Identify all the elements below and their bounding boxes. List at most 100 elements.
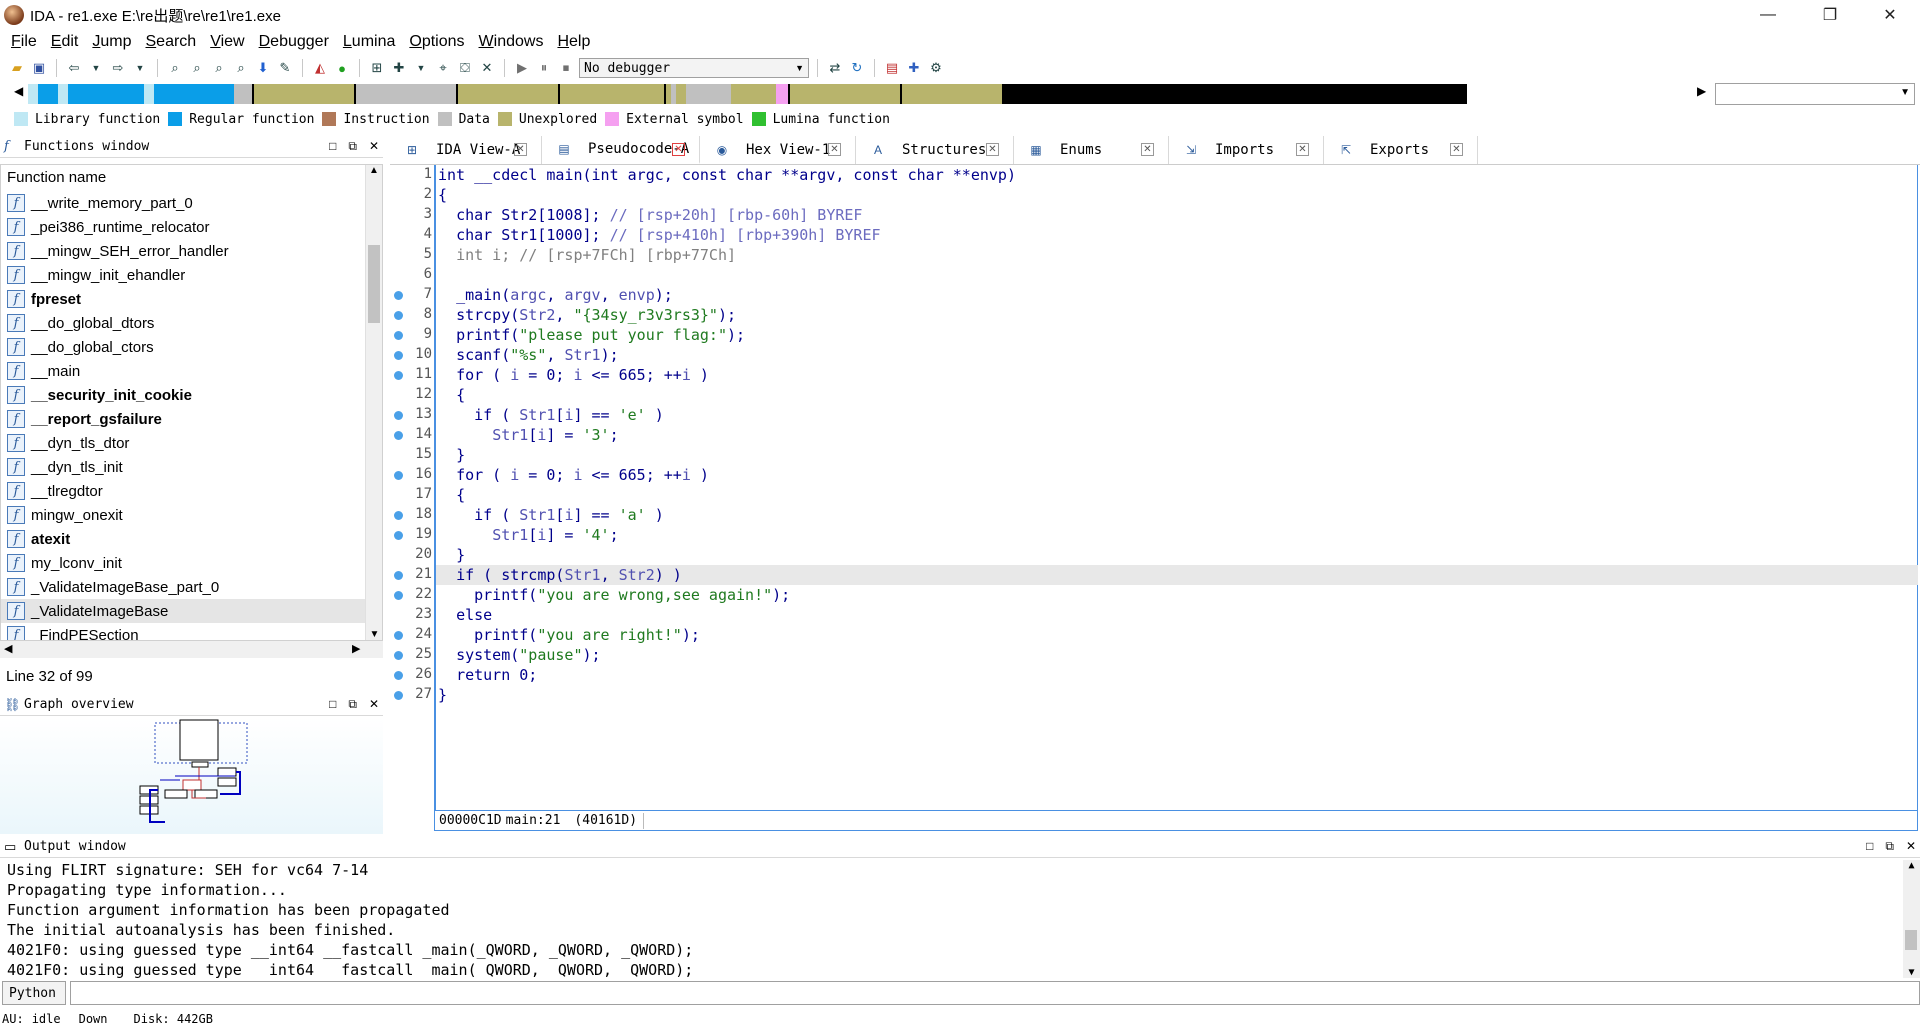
gutter-line[interactable]: 16 xyxy=(390,465,434,485)
panel-maximize-icon[interactable]: □ xyxy=(1866,839,1873,854)
tab-close-icon[interactable]: ✕ xyxy=(828,143,841,156)
output-log[interactable]: Using FLIRT signature: SEH for vc64 7-14… xyxy=(0,860,1920,978)
code-line[interactable]: char Str1[1000]; // [rsp+410h] [rbp+390h… xyxy=(436,225,1918,245)
add-dropdown-icon[interactable]: ▼ xyxy=(412,59,430,77)
breakpoint-dot-icon[interactable] xyxy=(394,371,403,380)
tab-structures[interactable]: A Structures ✕ xyxy=(856,136,1014,164)
jump-down-icon[interactable]: ⬇ xyxy=(254,59,272,77)
breakpoint-dot-icon[interactable] xyxy=(394,471,403,480)
menu-jump[interactable]: Jump xyxy=(85,33,138,51)
code-line[interactable]: system("pause"); xyxy=(436,645,1918,665)
tab-close-icon[interactable]: ✕ xyxy=(514,143,527,156)
breakpoint-dot-icon[interactable] xyxy=(394,671,403,680)
tab-close-icon[interactable]: ✕ xyxy=(672,143,685,156)
graph-view-icon[interactable]: ◭ xyxy=(311,59,329,77)
maximize-button[interactable]: ❐ xyxy=(1801,0,1859,30)
function-row[interactable]: f __main xyxy=(1,359,382,383)
tab-pseudocode-a[interactable]: ▤ Pseudocode-A ✕ xyxy=(542,136,700,164)
scrollbar-thumb[interactable] xyxy=(1905,930,1917,950)
menu-view[interactable]: View xyxy=(203,33,251,51)
function-row[interactable]: f __dyn_tls_init xyxy=(1,455,382,479)
gutter-line[interactable]: 9 xyxy=(390,325,434,345)
menu-help[interactable]: Help xyxy=(550,33,597,51)
menu-edit[interactable]: Edit xyxy=(44,33,86,51)
scrollbar-thumb[interactable] xyxy=(368,245,380,323)
gutter-line[interactable]: 8 xyxy=(390,305,434,325)
delete-icon[interactable]: ✕ xyxy=(478,59,496,77)
scroll-down-icon[interactable]: ▼ xyxy=(366,629,382,640)
breakpoint-dot-icon[interactable] xyxy=(394,291,403,300)
function-row[interactable]: f _ValidateImageBase_part_0 xyxy=(1,575,382,599)
breakpoint-dot-icon[interactable] xyxy=(394,571,403,580)
code-line[interactable]: if ( Str1[i] == 'a' ) xyxy=(436,505,1918,525)
tab-close-icon[interactable]: ✕ xyxy=(1450,143,1463,156)
gutter-line[interactable]: 12 xyxy=(390,385,434,405)
breakpoint-icon[interactable]: ⛋ xyxy=(456,59,474,77)
gutter-line[interactable]: 20 xyxy=(390,545,434,565)
breakpoint-list-icon[interactable]: ▤ xyxy=(883,59,901,77)
code-line-current[interactable]: if ( strcmp(Str1, Str2) ) xyxy=(436,565,1918,585)
tools-icon[interactable]: ⚙ xyxy=(927,59,945,77)
forward-dropdown-icon[interactable]: ▼ xyxy=(131,59,149,77)
breakpoint-dot-icon[interactable] xyxy=(394,531,403,540)
function-row[interactable]: f _FindPESection xyxy=(1,623,382,640)
breakpoint-dot-icon[interactable] xyxy=(394,511,403,520)
stop-debug-icon[interactable]: ⏹ xyxy=(557,59,575,77)
gutter-line[interactable]: 7 xyxy=(390,285,434,305)
cli-language-button[interactable]: Python xyxy=(2,981,66,1005)
add-structure-icon[interactable]: ⊞ xyxy=(368,59,386,77)
cli-input[interactable] xyxy=(70,981,1920,1005)
gutter-line[interactable]: 17 xyxy=(390,485,434,505)
panel-maximize-icon[interactable]: □ xyxy=(329,139,336,154)
panel-maximize-icon[interactable]: □ xyxy=(329,697,336,712)
gutter-line[interactable]: 24 xyxy=(390,625,434,645)
search-immediate-icon[interactable]: ⌕ xyxy=(210,59,228,77)
nav-right-arrow-icon[interactable]: ▶ xyxy=(1697,84,1706,98)
code-line[interactable]: printf("please put your flag:"); xyxy=(436,325,1918,345)
menu-file[interactable]: File xyxy=(4,33,44,51)
step-icon[interactable]: ↻ xyxy=(848,59,866,77)
code-line[interactable]: strcpy(Str2, "{34sy_r3v3rs3}"); xyxy=(436,305,1918,325)
breakpoint-dot-icon[interactable] xyxy=(394,431,403,440)
gutter-line[interactable]: 22 xyxy=(390,585,434,605)
code-line[interactable]: for ( i = 0; i <= 665; ++i ) xyxy=(436,365,1918,385)
gutter-line[interactable]: 13 xyxy=(390,405,434,425)
gutter-line[interactable]: 25 xyxy=(390,645,434,665)
code-line[interactable]: for ( i = 0; i <= 665; ++i ) xyxy=(436,465,1918,485)
gutter-line[interactable]: 21 xyxy=(390,565,434,585)
output-vertical-scrollbar[interactable]: ▲ ▼ xyxy=(1903,860,1920,978)
code-line[interactable]: } xyxy=(436,685,1918,705)
scroll-right-icon[interactable]: ▶ xyxy=(352,642,360,655)
functions-horizontal-scrollbar[interactable]: ◀ ▶ xyxy=(0,641,383,658)
code-line[interactable]: int i; // [rsp+7FCh] [rbp+77Ch] xyxy=(436,245,1918,265)
code-line[interactable]: { xyxy=(436,485,1918,505)
breakpoint-dot-icon[interactable] xyxy=(394,411,403,420)
code-line[interactable]: { xyxy=(436,185,1918,205)
tab-exports[interactable]: ⇱ Exports ✕ xyxy=(1324,136,1478,164)
gutter-line[interactable]: 23 xyxy=(390,605,434,625)
gutter-line[interactable]: 5 xyxy=(390,245,434,265)
breakpoint-dot-icon[interactable] xyxy=(394,351,403,360)
code-line[interactable]: scanf("%s", Str1); xyxy=(436,345,1918,365)
close-button[interactable]: ✕ xyxy=(1861,0,1919,30)
nav-band-dropdown[interactable]: ▼ xyxy=(1715,83,1915,105)
scroll-up-icon[interactable]: ▲ xyxy=(1903,860,1920,871)
nav-left-arrow-icon[interactable]: ◀ xyxy=(14,84,23,98)
code-line[interactable]: char Str2[1008]; // [rsp+20h] [rbp-60h] … xyxy=(436,205,1918,225)
add-enum-icon[interactable]: ✚ xyxy=(390,59,408,77)
tab-hex-view-1[interactable]: ◉ Hex View-1 ✕ xyxy=(700,136,856,164)
search-text-icon[interactable]: ⌕ xyxy=(166,59,184,77)
save-icon[interactable]: ▣ xyxy=(30,59,48,77)
function-row[interactable]: f __mingw_SEH_error_handler xyxy=(1,239,382,263)
panel-float-icon[interactable]: ⧉ xyxy=(1885,839,1894,854)
function-name-column-header[interactable]: Function name xyxy=(1,165,382,191)
tab-enums[interactable]: ▦ Enums ✕ xyxy=(1014,136,1169,164)
breakpoint-dot-icon[interactable] xyxy=(394,691,403,700)
gutter-line[interactable]: 27 xyxy=(390,685,434,705)
breakpoint-dot-icon[interactable] xyxy=(394,631,403,640)
debugger-select[interactable]: No debugger ▼ xyxy=(579,58,809,78)
tab-imports[interactable]: ⇲ Imports ✕ xyxy=(1169,136,1324,164)
function-row[interactable]: f fpreset xyxy=(1,287,382,311)
functions-vertical-scrollbar[interactable]: ▲ ▼ xyxy=(365,165,382,640)
minimize-button[interactable]: — xyxy=(1739,0,1797,30)
